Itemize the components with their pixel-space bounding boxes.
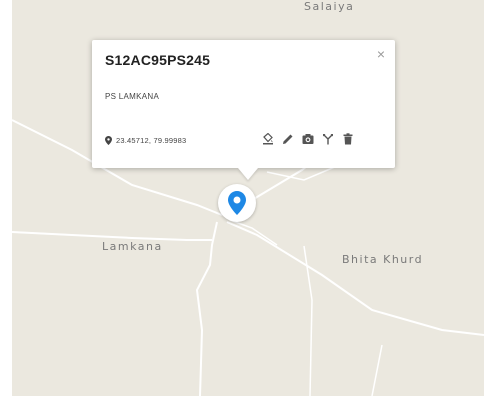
place-label-lamkana: Lamkana <box>102 240 163 253</box>
coordinates-row: 23.45712, 79.99983 <box>105 136 186 145</box>
popup-toolbar <box>262 133 354 145</box>
popup-pointer <box>238 168 258 180</box>
map-canvas[interactable]: Salaiya Lamkana Bhita Khurd S12AC95PS245… <box>12 0 484 396</box>
place-label-salaiya: Salaiya <box>304 0 355 13</box>
coordinates-text: 23.45712, 79.99983 <box>116 136 187 145</box>
edit-icon[interactable] <box>282 133 294 145</box>
delete-icon[interactable] <box>342 133 354 145</box>
close-icon[interactable]: × <box>377 46 385 62</box>
info-popup: S12AC95PS245 × PS LAMKANA 23.45712, 79.9… <box>92 40 395 180</box>
location-pin-icon <box>105 136 112 145</box>
route-icon[interactable] <box>322 133 334 145</box>
map-marker[interactable] <box>218 184 256 222</box>
popup-title: S12AC95PS245 <box>105 52 211 68</box>
map-marker-icon <box>228 191 246 215</box>
map-view: Salaiya Lamkana Bhita Khurd S12AC95PS245… <box>0 0 495 405</box>
fill-icon[interactable] <box>262 133 274 145</box>
camera-icon[interactable] <box>302 133 314 145</box>
popup-subtitle: PS LAMKANA <box>105 92 160 101</box>
place-label-bhita-khurd: Bhita Khurd <box>342 253 424 266</box>
